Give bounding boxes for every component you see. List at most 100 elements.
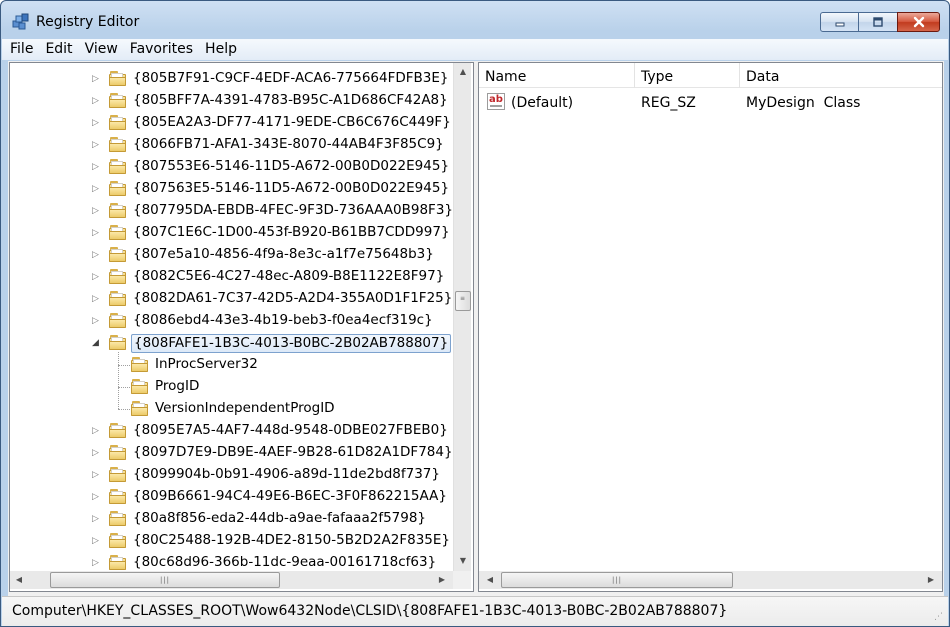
tree-node[interactable]: ◢ {808FAFE1-1B3C-4013-B0BC-2B02AB788807} [10, 332, 452, 354]
value-row[interactable]: ab (Default) REG_SZ MyDesign Class [479, 90, 942, 114]
tree-node[interactable]: ▷ {8099904b-0b91-4906-a89d-11de2bd8f737} [10, 464, 450, 486]
collapsed-arrow-icon[interactable]: ▷ [92, 95, 102, 107]
key-label[interactable]: {805EA2A3-DF77-4171-9EDE-CB6C676C449F} [131, 114, 453, 133]
resize-grip-icon[interactable]: ⋰ [934, 612, 946, 624]
key-label[interactable]: VersionIndependentProgID [153, 400, 337, 419]
tree-node[interactable]: ▷ {8095E7A5-4AF7-448d-9548-0DBE027FBEB0} [10, 420, 450, 442]
collapsed-arrow-icon[interactable]: ▷ [92, 513, 102, 525]
key-label[interactable]: {8082DA61-7C37-42D5-A2D4-355A0D1F1F25} [131, 290, 454, 309]
collapsed-arrow-icon[interactable]: ▷ [92, 249, 102, 261]
collapsed-arrow-icon[interactable]: ▷ [92, 139, 102, 151]
folder-icon [131, 379, 149, 394]
key-label[interactable]: {807795DA-EBDB-4FEC-9F3D-736AAA0B98F3} [131, 202, 455, 221]
tree-node[interactable]: ▷ {807C1E6C-1D00-453f-B920-B61BB7CDD997} [10, 222, 450, 244]
values-horizontal-scroll-thumb[interactable]: ||| [501, 572, 733, 588]
collapsed-arrow-icon[interactable]: ▷ [92, 535, 102, 547]
menu-favorites[interactable]: Favorites [124, 39, 199, 60]
collapsed-arrow-icon[interactable]: ▷ [92, 161, 102, 173]
collapsed-arrow-icon[interactable]: ▷ [92, 183, 102, 195]
tree-child-node[interactable]: VersionIndependentProgID [10, 398, 450, 420]
tree-child-node[interactable]: ProgID [10, 376, 450, 398]
values-header: Name Type Data [479, 63, 942, 88]
tree-node[interactable]: ▷ {807795DA-EBDB-4FEC-9F3D-736AAA0B98F3} [10, 200, 453, 222]
status-bar: Computer\HKEY_CLASSES_ROOT\Wow6432Node\C… [2, 596, 948, 626]
key-label[interactable]: {809B6661-94C4-49E6-B6EC-3F0F862215AA} [131, 488, 449, 507]
tree-node[interactable]: ▷ {8097D7E9-DB9E-4AEF-9B28-61D82A1DF784} [10, 442, 453, 464]
tree-node[interactable]: ▷ {807e5a10-4856-4f9a-8e3c-a1f7e75648b3} [10, 244, 450, 266]
expanded-arrow-icon[interactable]: ◢ [92, 337, 102, 349]
string-value-icon: ab [487, 93, 505, 110]
tree-node[interactable]: ▷ {80a8f856-eda2-44db-a9ae-fafaaa2f5798} [10, 508, 450, 530]
key-label[interactable]: {807553E6-5146-11D5-A672-00B0D022E945} [131, 158, 451, 177]
collapsed-arrow-icon[interactable]: ▷ [92, 447, 102, 459]
collapsed-arrow-icon[interactable]: ▷ [92, 227, 102, 239]
column-header-name[interactable]: Name [479, 63, 635, 88]
folder-icon [109, 137, 127, 152]
column-header-type[interactable]: Type [635, 63, 740, 88]
tree-connector-line [118, 387, 130, 388]
tree-horizontal-scroll-thumb[interactable]: ||| [50, 572, 280, 588]
tree-child-node[interactable]: InProcServer32 [10, 354, 450, 376]
key-label[interactable]: {807e5a10-4856-4f9a-8e3c-a1f7e75648b3} [131, 246, 436, 265]
collapsed-arrow-icon[interactable]: ▷ [92, 293, 102, 305]
key-label[interactable]: {80C25488-192B-4DE2-8150-5B2D2A2F835E} [131, 532, 452, 551]
collapsed-arrow-icon[interactable]: ▷ [92, 271, 102, 283]
selected-key-label[interactable]: {808FAFE1-1B3C-4013-B0BC-2B02AB788807} [131, 334, 452, 353]
key-label[interactable]: InProcServer32 [153, 356, 260, 375]
collapsed-arrow-icon[interactable]: ▷ [92, 557, 102, 569]
collapsed-arrow-icon[interactable]: ▷ [92, 491, 102, 503]
maximize-button[interactable] [858, 12, 898, 32]
key-label[interactable]: {8086ebd4-43e3-4b19-beb3-f0ea4ecf319c} [131, 312, 435, 331]
tree-horizontal-scrollbar[interactable]: ◀ ||| ▶ [10, 571, 453, 589]
tree-node[interactable]: ▷ {809B6661-94C4-49E6-B6EC-3F0F862215AA} [10, 486, 450, 508]
value-data: MyDesign Class [746, 95, 861, 111]
menu-help[interactable]: Help [199, 39, 243, 60]
menu-file[interactable]: File [2, 39, 39, 60]
collapsed-arrow-icon[interactable]: ▷ [92, 117, 102, 129]
tree-vertical-scroll-thumb[interactable]: ≡ [455, 291, 471, 311]
tree-node[interactable]: ▷ {805EA2A3-DF77-4171-9EDE-CB6C676C449F} [10, 112, 453, 134]
tree-vertical-scrollbar[interactable]: ▲ ≡ ▼ [453, 63, 471, 571]
key-label[interactable]: {8082C5E6-4C27-48ec-A809-B8E1122E8F97} [131, 268, 446, 287]
tree-node[interactable]: ▷ {80C25488-192B-4DE2-8150-5B2D2A2F835E} [10, 530, 450, 552]
tree-node[interactable]: ▷ {805B7F91-C9CF-4EDF-ACA6-775664FDFB3E} [10, 68, 450, 90]
close-button[interactable] [897, 12, 940, 32]
key-label[interactable]: {807C1E6C-1D00-453f-B920-B61BB7CDD997} [131, 224, 452, 243]
key-label[interactable]: {8095E7A5-4AF7-448d-9548-0DBE027FBEB0} [131, 422, 450, 441]
menu-view[interactable]: View [79, 39, 124, 60]
scroll-left-icon[interactable]: ◀ [481, 571, 499, 588]
tree-node[interactable]: ▷ {807553E6-5146-11D5-A672-00B0D022E945} [10, 156, 450, 178]
key-label[interactable]: {805B7F91-C9CF-4EDF-ACA6-775664FDFB3E} [131, 70, 451, 89]
title-bar[interactable]: Registry Editor [1, 1, 949, 39]
collapsed-arrow-icon[interactable]: ▷ [92, 469, 102, 481]
scroll-left-icon[interactable]: ◀ [10, 571, 28, 588]
menu-edit[interactable]: Edit [39, 39, 78, 60]
column-header-data[interactable]: Data [740, 63, 942, 88]
minimize-button[interactable] [820, 12, 859, 32]
scroll-right-icon[interactable]: ▶ [922, 571, 940, 588]
collapsed-arrow-icon[interactable]: ▷ [92, 315, 102, 327]
scroll-right-icon[interactable]: ▶ [433, 571, 451, 588]
folder-icon [109, 291, 127, 306]
tree-node[interactable]: ▷ {8086ebd4-43e3-4b19-beb3-f0ea4ecf319c} [10, 310, 450, 332]
collapsed-arrow-icon[interactable]: ▷ [92, 205, 102, 217]
key-label[interactable]: {807563E5-5146-11D5-A672-00B0D022E945} [131, 180, 451, 199]
tree-node[interactable]: ▷ {8082C5E6-4C27-48ec-A809-B8E1122E8F97} [10, 266, 450, 288]
scroll-up-icon[interactable]: ▲ [454, 63, 472, 80]
scroll-down-icon[interactable]: ▼ [454, 552, 472, 569]
client-area: ▷ {805B7F91-C9CF-4EDF-ACA6-775664FDFB3E} ▷… [8, 61, 944, 596]
tree-node[interactable]: ▷ {8066FB71-AFA1-343E-8070-44AB4F3F85C9} [10, 134, 450, 156]
key-label[interactable]: {8066FB71-AFA1-343E-8070-44AB4F3F85C9} [131, 136, 446, 155]
tree-node[interactable]: ▷ {8082DA61-7C37-42D5-A2D4-355A0D1F1F25} [10, 288, 452, 310]
key-label[interactable]: ProgID [153, 378, 201, 397]
collapsed-arrow-icon[interactable]: ▷ [92, 425, 102, 437]
key-label[interactable]: {8097D7E9-DB9E-4AEF-9B28-61D82A1DF784} [131, 444, 455, 463]
key-label[interactable]: {8099904b-0b91-4906-a89d-11de2bd8f737} [131, 466, 442, 485]
key-label[interactable]: {805BFF7A-4391-4783-B95C-A1D686CF42A8} [131, 92, 450, 111]
tree-node[interactable]: ▷ {805BFF7A-4391-4783-B95C-A1D686CF42A8} [10, 90, 450, 112]
tree-node[interactable]: ▷ {807563E5-5146-11D5-A672-00B0D022E945} [10, 178, 450, 200]
values-horizontal-scrollbar[interactable]: ◀ ||| ▶ [479, 571, 942, 589]
key-label[interactable]: {80a8f856-eda2-44db-a9ae-fafaaa2f5798} [131, 510, 428, 529]
collapsed-arrow-icon[interactable]: ▷ [92, 73, 102, 85]
tree-connector-line [118, 352, 119, 409]
